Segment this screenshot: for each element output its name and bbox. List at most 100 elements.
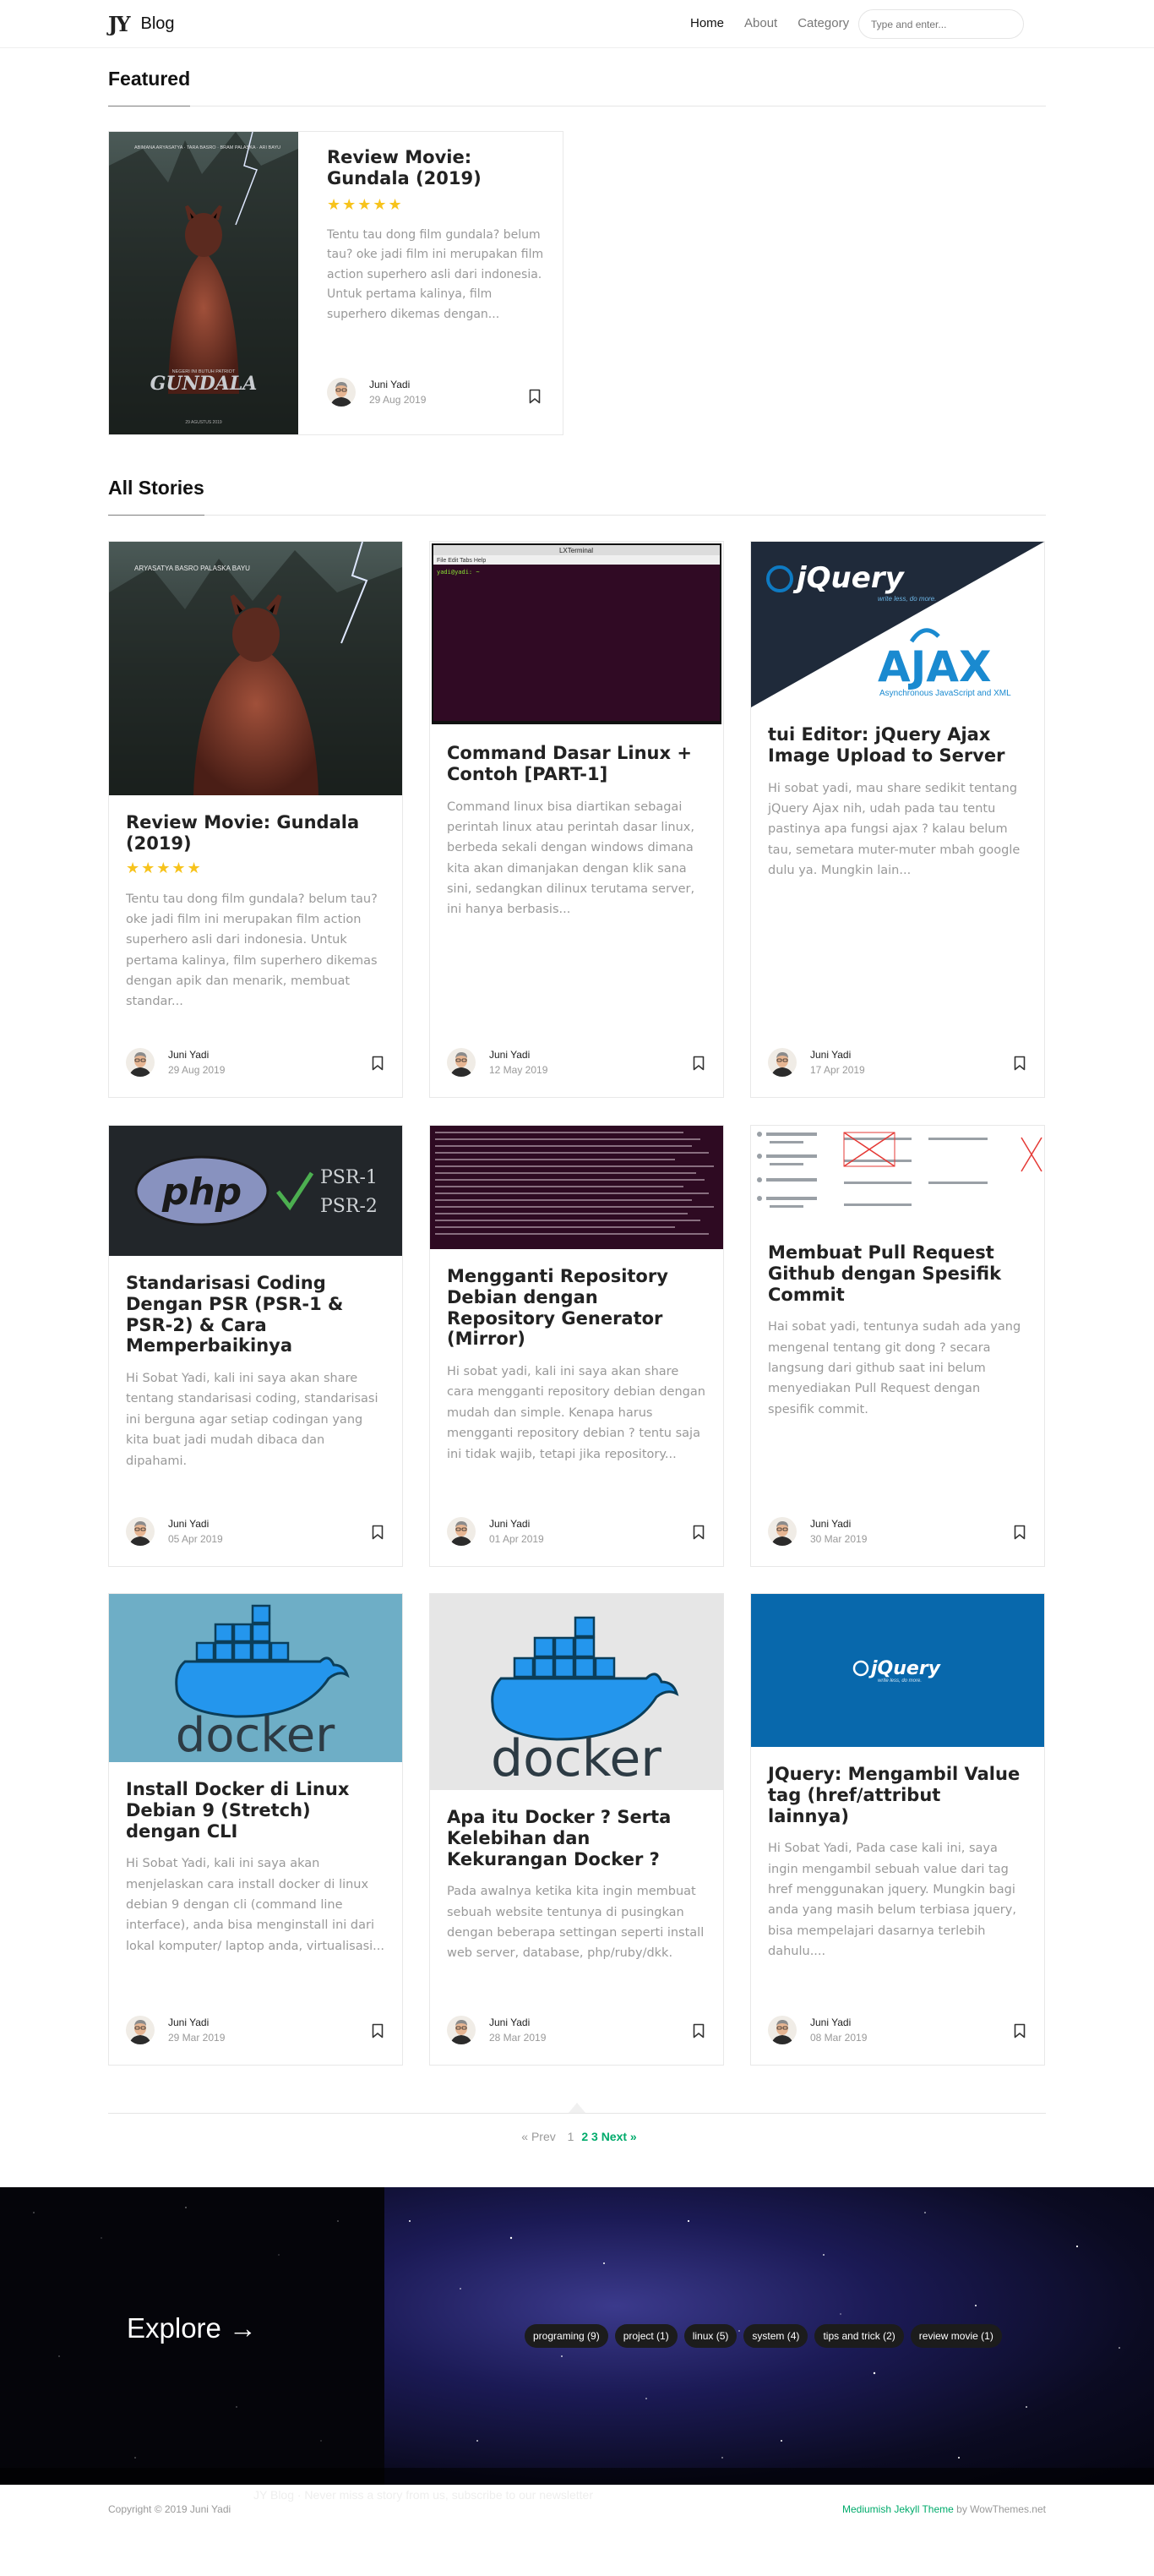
story-card[interactable]: php PSR-1 PSR-2 Standarisasi Coding Deng… [108,1125,403,1567]
story-title[interactable]: Mengganti Repository Debian dengan Repos… [447,1266,706,1350]
featured-post-excerpt: Tentu tau dong film gundala? belum tau? … [327,227,544,321]
author-name[interactable]: Juni Yadi [489,2017,546,2028]
author-name[interactable]: Juni Yadi [168,1518,223,1530]
pagination: « Prev 1 2 3 Next » [0,2130,1154,2143]
story-image-gundala[interactable]: ARYASATYA BASRO PALASKA BAYU [109,542,402,795]
php-logo: php [161,1171,242,1214]
brand-logo: JY [108,12,130,36]
post-date: 05 Apr 2019 [168,1533,223,1545]
story-card[interactable]: jQuery write less, do more. JQuery: Meng… [750,1593,1045,2066]
story-image-jquery[interactable]: jQuery write less, do more. [751,1594,1044,1747]
author-avatar[interactable] [447,1048,476,1077]
story-excerpt: Tentu tau dong film gundala? belum tau? … [126,892,378,1009]
pagination-arrow [569,2103,585,2113]
author-avatar[interactable] [768,2016,797,2044]
story-title[interactable]: Review Movie: Gundala (2019) [126,812,385,854]
story-image-php-psr[interactable]: php PSR-1 PSR-2 [109,1126,402,1256]
bookmark-icon[interactable] [529,389,541,404]
author-name[interactable]: Juni Yadi [810,1518,867,1530]
bookmark-icon[interactable] [372,2023,384,2038]
story-title[interactable]: Standarisasi Coding Dengan PSR (PSR-1 & … [126,1273,385,1356]
terminal-title: LXTerminal [559,547,593,554]
author-avatar[interactable] [768,1048,797,1077]
tag-review-movie[interactable]: review movie (1) [910,2324,1002,2348]
featured-gundala-image[interactable]: ABIMANA ARYASATYA · TARA BASRO · BRAM PA… [109,132,298,434]
author-name[interactable]: Juni Yadi [810,2017,867,2028]
story-image-terminal[interactable]: LXTerminal File Edit Tabs Help yadi@yadi… [430,542,723,726]
story-excerpt: Hi Sobat Yadi, Pada case kali ini, saya … [768,1842,1016,1959]
bookmark-icon[interactable] [1014,1525,1026,1540]
story-card[interactable]: docker Apa itu Docker ? Serta Kelebihan … [429,1593,724,2066]
story-card[interactable]: Membuat Pull Request Github dengan Spesi… [750,1125,1045,1567]
author-name[interactable]: Juni Yadi [489,1049,547,1061]
author-avatar[interactable] [126,1048,155,1077]
story-title[interactable]: Command Dasar Linux + Contoh [PART-1] [447,743,706,785]
featured-post-meta: Juni Yadi 29 Aug 2019 [327,378,426,407]
bookmark-icon[interactable] [372,1525,384,1540]
nav-about-link[interactable]: About [744,16,777,30]
story-title[interactable]: Install Docker di Linux Debian 9 (Stretc… [126,1779,385,1842]
author-name[interactable]: Juni Yadi [168,2017,225,2028]
bookmark-icon[interactable] [1014,1056,1026,1071]
search-input[interactable] [858,9,1024,39]
story-card[interactable]: docker Install Docker di Linux Debian 9 … [108,1593,403,2066]
pagination-page-2[interactable]: 2 [581,2130,588,2143]
rating-stars: ★★★★★ [327,195,404,214]
story-image-github-pr[interactable] [751,1126,1044,1225]
tag-list: programing (9) project (1) linux (5) sys… [525,2324,1009,2348]
author-name[interactable]: Juni Yadi [369,379,426,390]
story-title[interactable]: Apa itu Docker ? Serta Kelebihan dan Kek… [447,1807,706,1869]
jquery-logo: jQuery [792,561,906,595]
story-card[interactable]: ARYASATYA BASRO PALASKA BAYU Review Movi… [108,541,403,1098]
story-excerpt: Pada awalnya ketika kita ingin membuat s… [447,1885,705,1961]
featured-post-title[interactable]: Review Movie: Gundala (2019) [327,147,551,189]
tag-system[interactable]: system (4) [743,2324,808,2348]
bookmark-icon[interactable] [1014,2023,1026,2038]
brand-link[interactable]: JY Blog [108,12,175,36]
bookmark-icon[interactable] [693,1525,705,1540]
theme-credit: Mediumish Jekyll Theme by WowThemes.net [842,2503,1046,2515]
story-title[interactable]: Membuat Pull Request Github dengan Spesi… [768,1242,1027,1305]
author-name[interactable]: Juni Yadi [489,1518,544,1530]
bookmark-icon[interactable] [372,1056,384,1071]
story-title[interactable]: tui Editor: jQuery Ajax Image Upload to … [768,724,1027,767]
theme-credit-author: by WowThemes.net [956,2503,1046,2515]
nav-links: Home About Category [690,16,869,30]
pagination-page-3[interactable]: 3 [591,2130,598,2143]
pagination-page-1: 1 [567,2130,574,2143]
author-name[interactable]: Juni Yadi [168,1049,225,1061]
brand-text: Blog [140,14,175,33]
author-avatar[interactable] [447,2016,476,2044]
tag-tips-and-trick[interactable]: tips and trick (2) [814,2324,904,2348]
bookmark-icon[interactable] [693,2023,705,2038]
story-title[interactable]: JQuery: Mengambil Value tag (href/attrib… [768,1764,1027,1826]
story-image-docker[interactable]: docker [109,1594,402,1762]
author-name[interactable]: Juni Yadi [810,1049,865,1061]
rating-stars: ★★★★★ [126,859,203,877]
story-card[interactable]: LXTerminal File Edit Tabs Help yadi@yadi… [429,541,724,1098]
story-card[interactable]: jQuery write less, do more. AJAX Asynchr… [750,541,1045,1098]
featured-card[interactable]: ABIMANA ARYASATYA · TARA BASRO · BRAM PA… [108,131,563,435]
terminal-menu: File Edit Tabs Help [437,558,486,564]
author-avatar[interactable] [447,1517,476,1546]
story-image-debian-repo[interactable] [430,1126,723,1249]
author-avatar[interactable] [126,2016,155,2044]
pagination-next[interactable]: Next » [601,2130,637,2143]
author-avatar[interactable] [126,1517,155,1546]
tag-project[interactable]: project (1) [614,2324,678,2348]
nav-category-link[interactable]: Category [797,16,849,30]
author-avatar[interactable] [327,378,356,407]
story-meta: Juni Yadi 28 Mar 2019 [447,2016,546,2044]
subscribe-alert-text[interactable]: JY Blog · Never miss a story from us, su… [253,2488,593,2502]
theme-credit-link[interactable]: Mediumish Jekyll Theme [842,2503,954,2515]
nav-home-link[interactable]: Home [690,16,724,30]
story-meta: Juni Yadi 29 Aug 2019 [126,1048,225,1077]
jquery-tagline: write less, do more. [878,595,936,603]
tag-programing[interactable]: programing (9) [525,2324,608,2348]
author-avatar[interactable] [768,1517,797,1546]
story-card[interactable]: Mengganti Repository Debian dengan Repos… [429,1125,724,1567]
story-image-jquery-ajax[interactable]: jQuery write less, do more. AJAX Asynchr… [751,542,1044,707]
bookmark-icon[interactable] [693,1056,705,1071]
tag-linux[interactable]: linux (5) [683,2324,738,2348]
story-image-docker[interactable]: docker [430,1594,723,1790]
